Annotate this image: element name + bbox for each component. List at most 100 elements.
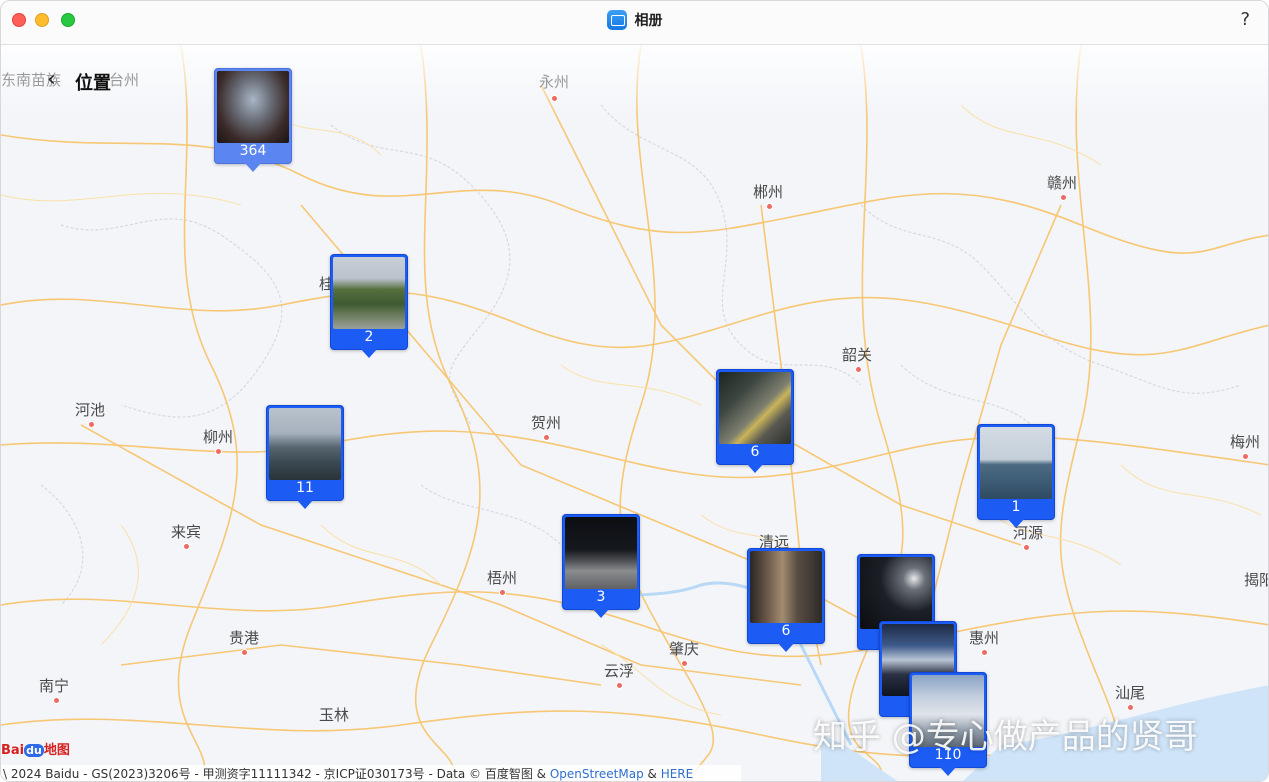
- city-name: 柳州: [203, 428, 234, 446]
- city-label: 台州: [109, 71, 140, 89]
- city-label: 郴州: [753, 181, 784, 210]
- city-name: 梅州: [1230, 433, 1261, 451]
- window-title-text: 相册: [634, 13, 663, 29]
- city-label: 贺州: [531, 412, 562, 441]
- photo-thumbnail: [217, 71, 289, 143]
- city-label: 玉林: [319, 706, 350, 724]
- top-fade: [1, 45, 1268, 115]
- watermark-text: 知乎 @专心做产品的贤哥: [813, 717, 1198, 757]
- map-roads: [1, 45, 1268, 781]
- help-button[interactable]: ?: [1240, 9, 1250, 30]
- city-dot: [766, 203, 773, 210]
- openstreetmap-link[interactable]: OpenStreetMap: [550, 767, 644, 781]
- photo-count: 2: [364, 329, 374, 345]
- photo-pin[interactable]: 3: [562, 514, 640, 618]
- photo-pin[interactable]: 6: [747, 548, 825, 652]
- pin-tail: [746, 463, 764, 473]
- photo-pin[interactable]: 364: [214, 68, 292, 172]
- city-dot: [616, 682, 623, 689]
- city-dot: [1242, 453, 1249, 460]
- here-link[interactable]: HERE: [661, 767, 694, 781]
- city-dot: [1023, 544, 1030, 551]
- city-label: 梅州: [1230, 431, 1261, 460]
- pin-frame: 6: [747, 548, 825, 644]
- photo-count: 1: [1011, 499, 1021, 515]
- city-label: 惠州: [969, 627, 999, 656]
- back-button[interactable]: ‹: [47, 67, 56, 92]
- pin-tail: [1007, 518, 1025, 528]
- photos-window: 相册 ? ‹ 位置 东南苗族 台州 永州 郴州 赣州 桂 韶关 河池 柳州 贺州…: [0, 0, 1269, 782]
- pin-tail: [360, 348, 378, 358]
- city-name: 南宁: [39, 677, 70, 695]
- city-dot: [88, 421, 95, 428]
- city-name: 河池: [75, 401, 106, 419]
- city-name: 汕尾: [1115, 684, 1146, 702]
- title-bar: 相册 ?: [1, 1, 1268, 45]
- photo-thumbnail: [980, 427, 1052, 499]
- pin-tail: [244, 162, 262, 172]
- photo-thumbnail: [333, 257, 405, 329]
- city-label: 南宁: [39, 675, 70, 704]
- pin-frame: 11: [266, 405, 344, 501]
- photo-thumbnail: [565, 517, 637, 589]
- photo-thumbnail: [860, 557, 932, 629]
- city-name: 云浮: [604, 662, 635, 680]
- city-dot: [53, 697, 60, 704]
- city-name: 郴州: [753, 183, 784, 201]
- photo-thumbnail: [750, 551, 822, 623]
- city-dot: [681, 660, 688, 667]
- pin-frame: 2: [330, 254, 408, 350]
- baidu-logo-prefix: Bai: [1, 743, 25, 758]
- city-dot: [551, 95, 558, 102]
- photo-count: 11: [296, 480, 314, 496]
- city-label: 永州: [539, 71, 569, 102]
- city-dot: [1060, 194, 1067, 201]
- city-name: 梧州: [487, 569, 518, 587]
- city-label: 韶关: [842, 344, 873, 373]
- baidu-map-logo: Bai du 地图: [1, 739, 70, 758]
- photo-pin[interactable]: 6: [716, 369, 794, 473]
- photo-pin[interactable]: 2: [330, 254, 408, 358]
- city-dot: [183, 543, 190, 550]
- pin-frame: 364: [214, 68, 292, 164]
- photo-count: 3: [596, 589, 606, 605]
- pin-frame: 1: [977, 424, 1055, 520]
- photo-count: 6: [750, 444, 760, 460]
- city-name: 赣州: [1047, 174, 1078, 192]
- city-name: 贵港: [229, 629, 260, 647]
- map-attribution: \ 2024 Baidu - GS(2023)3206号 - 甲测资字11111…: [1, 765, 741, 781]
- pin-tail: [296, 499, 314, 509]
- city-label: 揭阳: [1244, 571, 1268, 589]
- city-name: 来宾: [171, 523, 202, 541]
- baidu-logo-suffix: 地图: [43, 743, 70, 758]
- city-label: 贵港: [229, 627, 260, 656]
- photo-pin[interactable]: 1: [977, 424, 1055, 528]
- city-dot: [241, 649, 248, 656]
- photos-app-icon: [606, 10, 627, 30]
- photo-thumbnail: [719, 372, 791, 444]
- photo-pin[interactable]: 11: [266, 405, 344, 509]
- photo-count: 364: [239, 143, 267, 159]
- window-title: 相册: [1, 10, 1268, 30]
- city-label: 肇庆: [669, 638, 699, 667]
- city-label: 柳州: [203, 426, 234, 455]
- attribution-amp: &: [643, 767, 661, 781]
- pin-tail: [939, 766, 957, 776]
- pin-frame: 6: [716, 369, 794, 465]
- city-label: 来宾: [171, 521, 202, 550]
- city-dot: [981, 649, 988, 656]
- pin-tail: [777, 642, 795, 652]
- city-label: 赣州: [1047, 172, 1078, 201]
- map-view[interactable]: ‹ 位置 东南苗族 台州 永州 郴州 赣州 桂 韶关 河池 柳州 贺州 梅州 来…: [1, 45, 1268, 781]
- city-label: 梧州: [487, 567, 518, 596]
- city-label: 云浮: [604, 660, 635, 689]
- pin-tail: [592, 608, 610, 618]
- city-label: 汕尾: [1115, 682, 1146, 711]
- photo-thumbnail: [269, 408, 341, 480]
- baidu-logo-du: du: [24, 744, 44, 757]
- city-name: 韶关: [842, 346, 873, 364]
- city-label: 河池: [75, 399, 106, 428]
- city-dot: [499, 589, 506, 596]
- attribution-text: \ 2024 Baidu - GS(2023)3206号 - 甲测资字11111…: [3, 767, 550, 781]
- city-name: 贺州: [531, 414, 562, 432]
